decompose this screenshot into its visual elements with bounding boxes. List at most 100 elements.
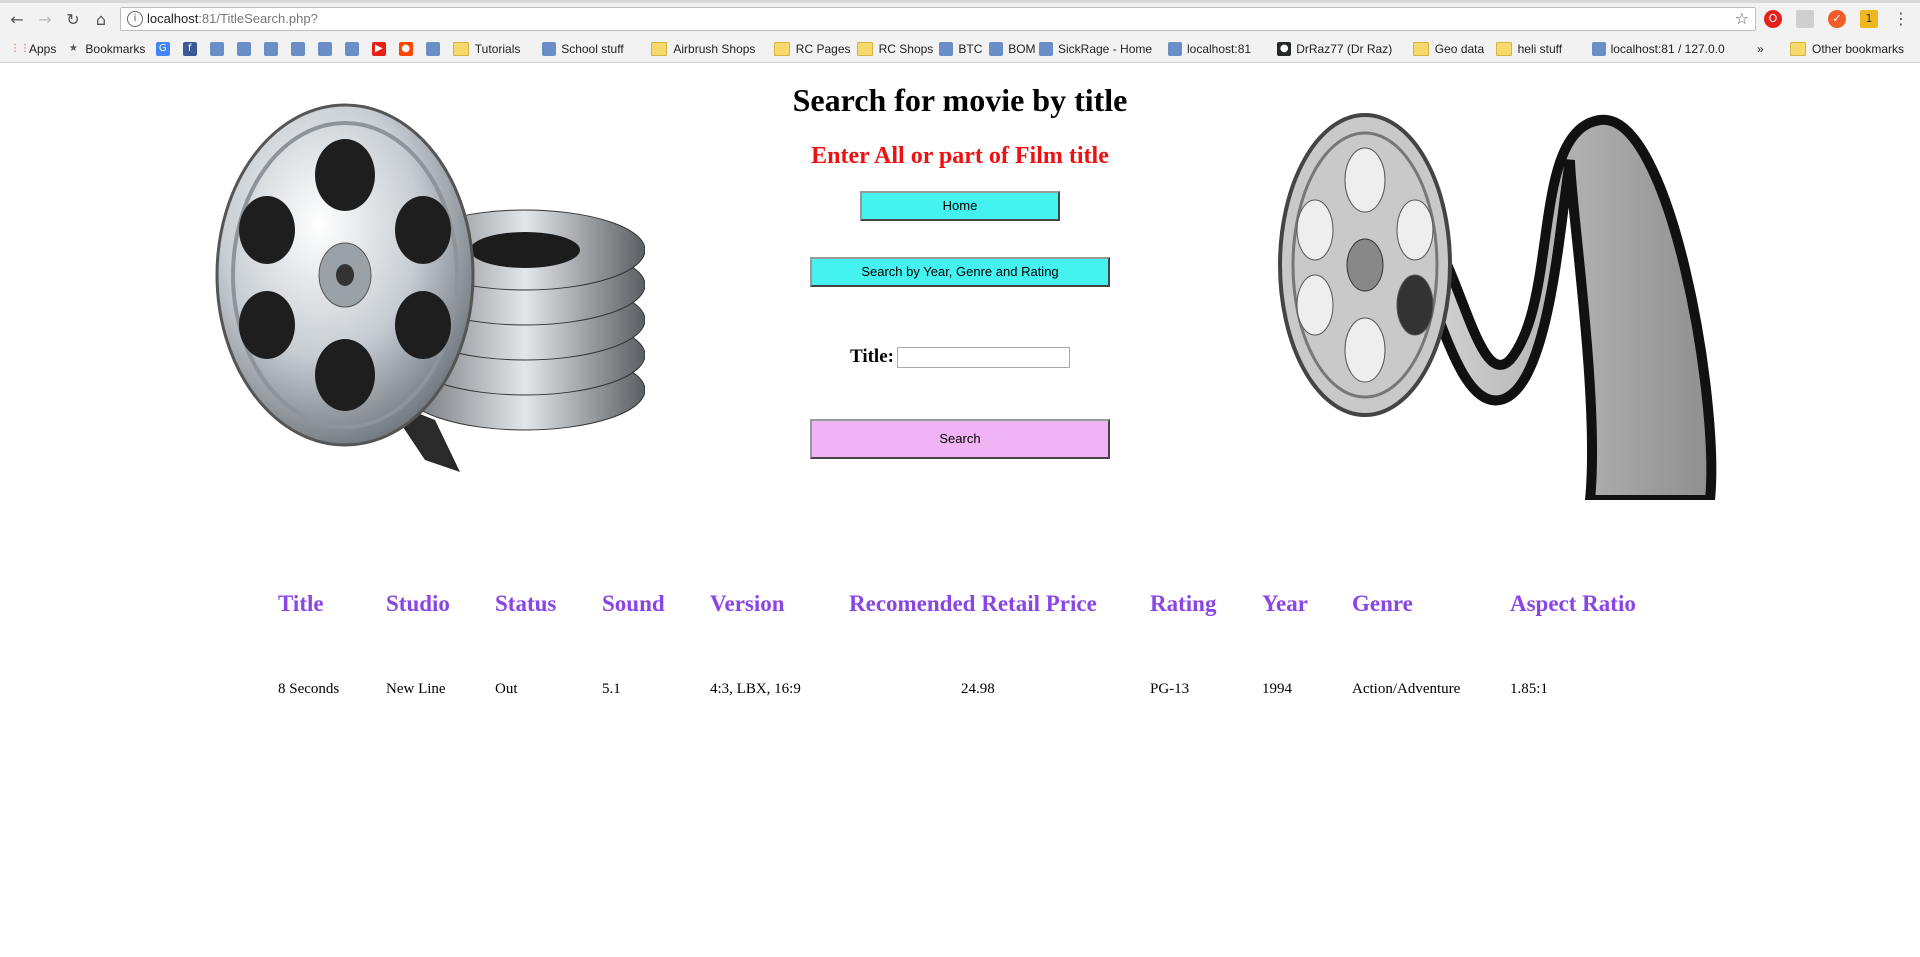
back-arrow-icon[interactable]: ←: [6, 8, 28, 30]
extension-badge-icon[interactable]: 1: [1860, 10, 1878, 28]
folder-icon: [1495, 42, 1512, 56]
info-icon[interactable]: i: [127, 11, 143, 27]
bookmark-item[interactable]: RC Shops: [856, 40, 933, 58]
folder-icon: [773, 42, 790, 56]
site-icon: [263, 42, 278, 56]
site-icon: [425, 42, 440, 56]
bookmark-label: School stuff: [561, 42, 624, 56]
bookmark-label: localhost:81 / 127.0.0: [1610, 42, 1725, 56]
bookmark-item[interactable]: localhost:81: [1168, 40, 1251, 58]
column-header-title: Title: [278, 591, 324, 616]
github-icon: ●: [1277, 42, 1292, 56]
site-icon: [317, 42, 332, 56]
bookmark-item[interactable]: SickRage - Home: [1039, 40, 1152, 58]
search-button[interactable]: Search: [810, 419, 1110, 459]
column-header-studio: Studio: [386, 591, 450, 616]
cell-title: 8 Seconds: [278, 681, 340, 697]
site-icon: [1168, 42, 1182, 56]
bookmark-item[interactable]: [344, 40, 364, 58]
extension-icon[interactable]: [1796, 10, 1814, 28]
site-icon: [290, 42, 305, 56]
site-icon: [989, 42, 1004, 56]
site-icon: [939, 42, 954, 56]
bookmark-label: DrRaz77 (Dr Raz): [1296, 42, 1393, 56]
bookmark-label: Geo data: [1434, 42, 1485, 56]
site-icon: [209, 42, 224, 56]
page-title: Search for movie by title: [792, 82, 1128, 118]
browser-chrome: ← → ↻ ⌂ i localhost:81/TitleSearch.php? …: [0, 0, 1920, 63]
folder-icon: [651, 42, 668, 56]
bookmark-label: heli stuff: [1517, 42, 1563, 56]
bookmark-item[interactable]: ●: [398, 40, 418, 58]
bookmark-label: BTC: [958, 42, 983, 56]
forward-arrow-icon[interactable]: →: [34, 8, 56, 30]
folder-icon: [856, 42, 873, 56]
bookmark-item[interactable]: [263, 40, 283, 58]
column-header-status: Status: [495, 591, 557, 616]
bookmark-star-icon[interactable]: ☆: [1735, 9, 1749, 28]
front-reel: [215, 103, 475, 447]
reddit-icon: ●: [398, 42, 413, 56]
bookmark-item[interactable]: Geo data: [1412, 40, 1485, 58]
bookmark-item[interactable]: [290, 40, 310, 58]
bookmark-item[interactable]: ● DrRaz77 (Dr Raz): [1277, 40, 1392, 58]
bookmark-item[interactable]: G: [155, 40, 175, 58]
bookmark-item[interactable]: RC Pages: [773, 40, 851, 58]
other-bookmarks-label: Other bookmarks: [1812, 42, 1905, 56]
title-label: Title:: [850, 346, 894, 367]
google-icon: G: [155, 42, 170, 56]
menu-icon[interactable]: ⋮: [1892, 10, 1910, 28]
column-header-version: Version: [710, 591, 785, 616]
cell-aspect-ratio: 1.85:1: [1510, 681, 1548, 697]
bookmark-item[interactable]: ⋮⋮ Apps: [10, 40, 56, 58]
bookmark-item[interactable]: BTC: [939, 40, 982, 58]
star-icon: ★: [68, 43, 78, 54]
bookmark-item[interactable]: [317, 40, 337, 58]
site-icon: [1591, 42, 1606, 56]
youtube-icon: ▶: [371, 42, 386, 56]
address-bar[interactable]: i localhost:81/TitleSearch.php? ☆: [120, 7, 1756, 31]
column-header-rating: Rating: [1150, 591, 1217, 616]
facebook-icon: f: [182, 42, 197, 56]
bookmark-label: Airbrush Shops: [673, 42, 756, 56]
search-by-year-genre-rating-button[interactable]: Search by Year, Genre and Rating: [810, 257, 1110, 287]
bookmark-item[interactable]: [236, 40, 256, 58]
bookmark-item[interactable]: [425, 40, 445, 58]
tab-strip: [0, 0, 1920, 3]
bookmark-item[interactable]: ▶: [371, 40, 391, 58]
address-url: localhost:81/TitleSearch.php?: [147, 11, 318, 26]
bookmark-label: Tutorials: [474, 42, 521, 56]
home-icon[interactable]: ⌂: [90, 8, 112, 30]
bookmark-item[interactable]: Tutorials: [452, 40, 521, 58]
url-path: :81/TitleSearch.php?: [198, 11, 318, 26]
bookmark-item[interactable]: f: [182, 40, 202, 58]
extension-icon[interactable]: ✓: [1828, 10, 1846, 28]
folder-icon: [452, 42, 469, 56]
bookmark-item[interactable]: School stuff: [542, 40, 624, 58]
cell-genre: Action/Adventure: [1352, 681, 1461, 697]
bookmark-label: SickRage - Home: [1058, 42, 1153, 56]
bookmark-item[interactable]: ★ Bookmarks: [66, 40, 146, 58]
opera-extension-icon[interactable]: O: [1764, 10, 1782, 28]
bookmarks-overflow-button[interactable]: »: [1757, 40, 1764, 58]
title-input[interactable]: [897, 347, 1070, 368]
other-bookmarks[interactable]: Other bookmarks: [1790, 40, 1904, 58]
home-button[interactable]: Home: [860, 191, 1060, 221]
bookmark-item[interactable]: BOM: [989, 40, 1036, 58]
apps-icon: ⋮⋮: [10, 43, 30, 54]
cell-retail-price: 24.98: [961, 681, 995, 697]
site-icon: [1039, 42, 1053, 56]
site-icon: [542, 42, 557, 56]
cell-status: Out: [495, 681, 518, 697]
bookmark-item[interactable]: heli stuff: [1495, 40, 1563, 58]
bookmark-label: RC Pages: [795, 42, 851, 56]
bookmark-item[interactable]: [209, 40, 229, 58]
bookmark-item[interactable]: localhost:81 / 127.0.0: [1591, 40, 1725, 58]
reload-icon[interactable]: ↻: [62, 8, 84, 30]
bookmark-label: BOM: [1008, 42, 1036, 56]
site-icon: [344, 42, 359, 56]
column-header-sound: Sound: [602, 591, 665, 616]
column-header-retail-price: Recomended Retail Price: [849, 591, 1097, 616]
bookmark-item[interactable]: Airbrush Shops: [651, 40, 755, 58]
bookmark-label: localhost:81: [1187, 42, 1252, 56]
